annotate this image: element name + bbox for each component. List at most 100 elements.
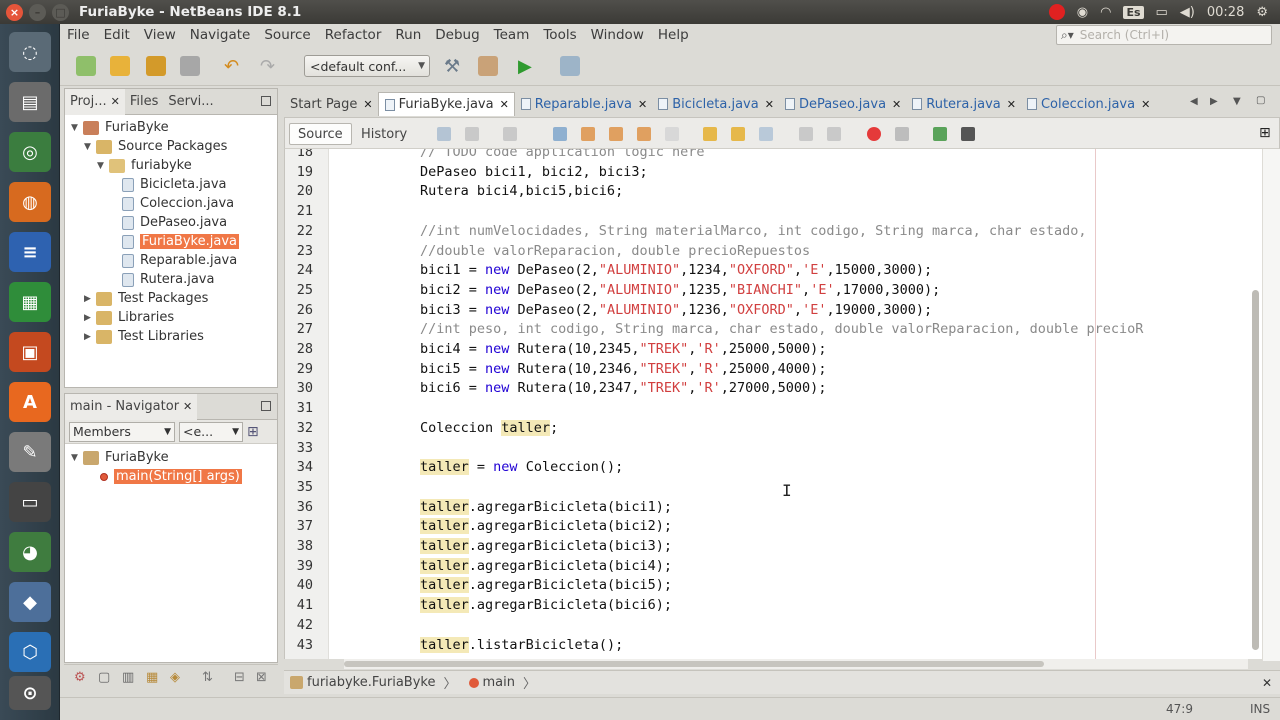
scroll-tabs-right-icon[interactable]: ▶ xyxy=(1210,96,1218,107)
code-line[interactable]: 35 xyxy=(285,478,1268,498)
maximize-window-button[interactable]: □ xyxy=(52,3,69,21)
stop-macro-icon[interactable] xyxy=(895,127,909,141)
menu-edit[interactable]: Edit xyxy=(97,27,137,43)
close-tab-icon[interactable]: ✕ xyxy=(638,98,647,111)
expand-toggle-icon[interactable]: ▼ xyxy=(97,161,109,171)
find-icon[interactable] xyxy=(553,127,567,141)
menu-team[interactable]: Team xyxy=(487,27,537,43)
gimp-icon[interactable]: ◕ xyxy=(9,532,51,572)
settings-gear-icon[interactable]: ⚙ xyxy=(1256,5,1268,20)
editor-tab[interactable]: Start Page ✕ xyxy=(284,92,378,116)
expand-toggle-icon[interactable]: ▼ xyxy=(71,453,83,463)
code-line[interactable]: 41 taller.agregarBicicleta(bici6); xyxy=(285,596,1268,616)
code-line[interactable]: 24 bici1 = new DePaseo(2,"ALUMINIO",1234,… xyxy=(285,261,1268,281)
close-tab-icon[interactable]: ✕ xyxy=(765,98,774,111)
software-center-icon[interactable]: A xyxy=(9,382,51,422)
firefox-icon[interactable]: ◍ xyxy=(9,182,51,222)
run-icon[interactable]: ▶ xyxy=(518,56,538,77)
collapse-toggle-icon[interactable]: ▶ xyxy=(84,332,96,342)
chrome-tray-icon[interactable]: ◉ xyxy=(1077,5,1088,20)
menu-navigate[interactable]: Navigate xyxy=(183,27,258,43)
close-tab-icon[interactable]: ✕ xyxy=(1007,98,1016,111)
terminal-icon[interactable]: ▭ xyxy=(9,482,51,522)
code-line[interactable]: 32 Coleccion taller; xyxy=(285,419,1268,439)
close-icon[interactable]: ✕ xyxy=(111,95,120,108)
filter-inner-icon[interactable]: ▦ xyxy=(146,670,158,685)
code-line[interactable]: 29 bici5 = new Rutera(10,2346,"TREK",'R',… xyxy=(285,360,1268,380)
toggle-rect-selection-icon[interactable] xyxy=(665,127,679,141)
menu-help[interactable]: Help xyxy=(651,27,696,43)
build-hammer-icon[interactable]: ⚒ xyxy=(444,56,464,77)
menu-debug[interactable]: Debug xyxy=(428,27,486,43)
code-line[interactable]: 20 Rutera bici4,bici5,bici6; xyxy=(285,182,1268,202)
editor-tab[interactable]: Rutera.java ✕ xyxy=(906,92,1021,116)
collapse-toggle-icon[interactable]: ▶ xyxy=(84,313,96,323)
breadcrumb-class[interactable]: furiabyke.FuriaByke 〉 xyxy=(284,673,463,692)
back-icon[interactable] xyxy=(465,127,479,141)
project-tree-item[interactable]: Bicicleta.java xyxy=(110,175,226,194)
shift-right-icon[interactable] xyxy=(827,127,841,141)
filter-inherited-icon[interactable]: ◈ xyxy=(170,670,180,685)
tab-navigator[interactable]: main - Navigator ✕ xyxy=(65,393,198,420)
filter-nonpublic-icon[interactable]: ▥ xyxy=(122,670,134,685)
menu-run[interactable]: Run xyxy=(388,27,428,43)
code-line[interactable]: 43 taller.listarBicicleta(); xyxy=(285,636,1268,656)
scroll-tabs-left-icon[interactable]: ◀ xyxy=(1190,96,1198,107)
clock[interactable]: 00:28 xyxy=(1207,5,1244,20)
project-tree-item[interactable]: ▼ Source Packages xyxy=(84,137,227,156)
save-all-icon[interactable] xyxy=(180,56,200,76)
menu-file[interactable]: File xyxy=(60,27,97,43)
editor-tab[interactable]: Coleccion.java ✕ xyxy=(1021,92,1155,116)
code-line[interactable]: 33 xyxy=(285,439,1268,459)
close-tab-icon[interactable]: ✕ xyxy=(1141,98,1150,111)
trash-icon[interactable]: ⊙ xyxy=(9,676,51,710)
project-tree-item[interactable]: Reparable.java xyxy=(110,251,237,270)
new-project-icon[interactable] xyxy=(110,56,130,76)
uncomment-icon[interactable] xyxy=(961,127,975,141)
comment-icon[interactable] xyxy=(933,127,947,141)
minimize-window-button[interactable]: – xyxy=(29,3,46,21)
filter-static-icon[interactable]: ▢ xyxy=(98,670,110,685)
close-tab-icon[interactable]: ✕ xyxy=(363,98,372,111)
menu-refactor[interactable]: Refactor xyxy=(318,27,389,43)
netbeans-icon[interactable]: ⬡ xyxy=(9,632,51,672)
navigator-tree-item[interactable]: main(String[] args) xyxy=(84,467,242,486)
files-icon[interactable]: ▤ xyxy=(9,82,51,122)
code-line[interactable]: 38 taller.agregarBicicleta(bici3); xyxy=(285,537,1268,557)
tab-services[interactable]: Servi... xyxy=(163,89,218,115)
toggle-bookmark-icon[interactable] xyxy=(759,127,773,141)
close-window-button[interactable]: × xyxy=(6,3,23,21)
filter-select[interactable]: <e... ▼ xyxy=(179,421,243,442)
code-line[interactable]: 18 // TODO code application logic here xyxy=(285,149,1268,163)
navigator-options-icon[interactable]: ⊞ xyxy=(247,424,259,440)
wifi-icon[interactable]: ◠ xyxy=(1100,5,1111,20)
project-tree-item[interactable]: DePaseo.java xyxy=(110,213,227,232)
code-line[interactable]: 42 xyxy=(285,616,1268,636)
tab-files[interactable]: Files xyxy=(125,89,164,115)
virtualbox-icon[interactable]: ◆ xyxy=(9,582,51,622)
sort-icon[interactable]: ⇅ xyxy=(202,670,213,685)
open-project-icon[interactable] xyxy=(146,56,166,76)
last-edit-icon[interactable] xyxy=(437,127,451,141)
horizontal-scroll-thumb[interactable] xyxy=(344,661,1044,667)
search-input[interactable]: Search (Ctrl+I) xyxy=(1080,28,1169,42)
code-line[interactable]: 34 taller = new Coleccion(); xyxy=(285,458,1268,478)
configuration-select[interactable]: <default conf... ▼ xyxy=(304,55,430,77)
quick-search[interactable]: ⌕▾ Search (Ctrl+I) xyxy=(1056,25,1272,45)
find-previous-icon[interactable] xyxy=(581,127,595,141)
project-tree-item[interactable]: ▼ furiabyke xyxy=(97,156,192,175)
navigator-tree-item[interactable]: ▼ FuriaByke xyxy=(71,448,169,467)
code-line[interactable]: 28 bici4 = new Rutera(10,2345,"TREK",'R',… xyxy=(285,340,1268,360)
code-line[interactable]: 36 taller.agregarBicicleta(bici1); xyxy=(285,498,1268,518)
members-select[interactable]: Members ▼ xyxy=(69,421,175,442)
calc-icon[interactable]: ▦ xyxy=(9,282,51,322)
project-tree-item[interactable]: ▶ Libraries xyxy=(84,308,174,327)
expand-icon[interactable]: ⊟ xyxy=(234,670,245,685)
code-line[interactable]: 40 taller.agregarBicicleta(bici5); xyxy=(285,576,1268,596)
new-file-icon[interactable] xyxy=(76,56,96,76)
error-stripe[interactable] xyxy=(1262,149,1280,661)
menu-tools[interactable]: Tools xyxy=(536,27,583,43)
tools-icon[interactable]: ✎ xyxy=(9,432,51,472)
prev-bookmark-icon[interactable] xyxy=(703,127,717,141)
editor-tab[interactable]: Reparable.java ✕ xyxy=(515,92,652,116)
